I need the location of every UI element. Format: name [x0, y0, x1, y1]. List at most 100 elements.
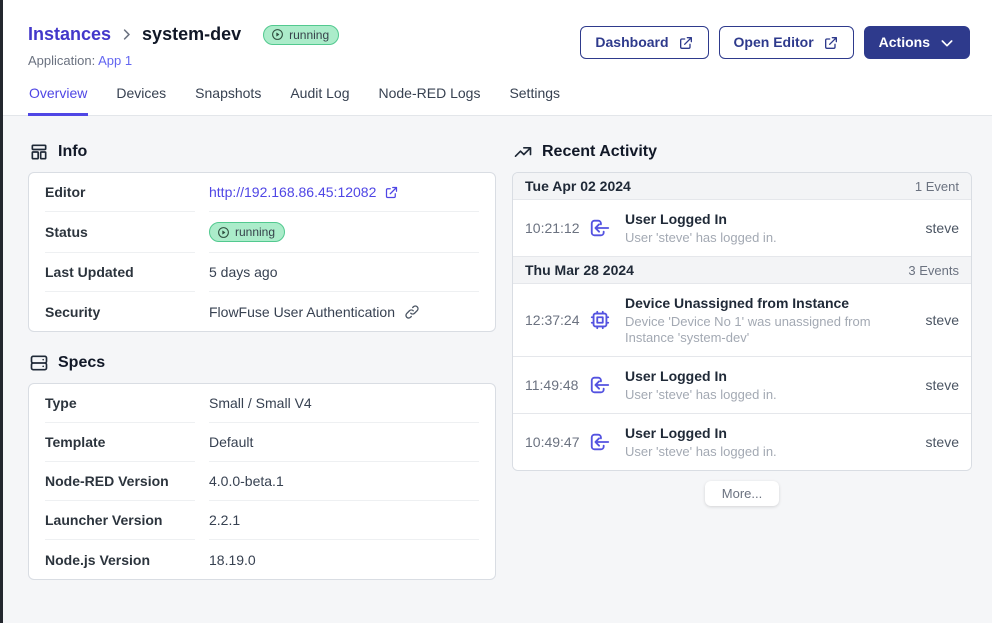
- event-time: 10:21:12: [525, 220, 582, 236]
- event-title: User Logged In: [625, 210, 914, 228]
- open-editor-button-label: Open Editor: [734, 34, 814, 51]
- actions-button-label: Actions: [879, 34, 930, 51]
- event-time: 10:49:47: [525, 434, 582, 450]
- link-icon[interactable]: [404, 304, 420, 320]
- activity-card: Tue Apr 02 2024 1 Event 10:21:12 User Lo…: [512, 172, 972, 471]
- tab-snapshots[interactable]: Snapshots: [194, 85, 262, 116]
- activity-group-header: Tue Apr 02 2024 1 Event: [513, 173, 971, 200]
- login-icon: [589, 431, 611, 453]
- external-link-icon: [384, 185, 399, 200]
- event-user: steve: [926, 377, 959, 393]
- info-row-value: http://192.168.86.45:12082: [209, 173, 479, 212]
- specs-row-type: Type Small / Small V4: [45, 384, 479, 423]
- app-root: Instances system-dev running Application…: [0, 0, 992, 623]
- status-badge-label: running: [289, 28, 329, 42]
- specs-row-label: Node.js Version: [45, 540, 195, 579]
- application-link[interactable]: App 1: [98, 53, 132, 68]
- play-circle-icon: [271, 28, 284, 41]
- info-row-value: 5 days ago: [209, 253, 479, 292]
- event-user: steve: [926, 220, 959, 236]
- activity-group-header: Thu Mar 28 2024 3 Events: [513, 257, 971, 284]
- event-description: User 'steve' has logged in.: [625, 444, 914, 460]
- specs-row-value: 4.0.0-beta.1: [209, 462, 479, 501]
- breadcrumb-instances-link[interactable]: Instances: [28, 24, 111, 45]
- specs-row-value: 2.2.1: [209, 501, 479, 540]
- tab-settings[interactable]: Settings: [508, 85, 561, 116]
- specs-row-template: Template Default: [45, 423, 479, 462]
- event-description: User 'steve' has logged in.: [625, 387, 914, 403]
- login-icon: [589, 217, 611, 239]
- event-title: User Logged In: [625, 367, 914, 385]
- info-row-value: FlowFuse User Authentication: [209, 292, 479, 331]
- tab-devices[interactable]: Devices: [115, 85, 167, 116]
- play-circle-icon: [217, 226, 230, 239]
- event-time: 12:37:24: [525, 312, 582, 328]
- open-editor-button[interactable]: Open Editor: [719, 26, 854, 59]
- activity-group-date: Thu Mar 28 2024: [525, 262, 634, 278]
- tab-node-red-logs[interactable]: Node-RED Logs: [378, 85, 482, 116]
- dashboard-button-label: Dashboard: [595, 34, 668, 51]
- event-user: steve: [926, 312, 959, 328]
- trending-up-icon: [513, 142, 533, 162]
- specs-section-header: Specs: [29, 353, 496, 373]
- chevron-right-icon: [119, 27, 134, 42]
- server-icon: [29, 353, 49, 373]
- tab-overview[interactable]: Overview: [28, 85, 88, 116]
- header-actions: Dashboard Open Editor Actions: [580, 26, 970, 59]
- external-link-icon: [678, 35, 694, 51]
- editor-url-link[interactable]: http://192.168.86.45:12082: [209, 184, 399, 200]
- event-time: 11:49:48: [525, 377, 582, 393]
- status-badge: running: [209, 222, 285, 242]
- info-row-label: Last Updated: [45, 253, 195, 292]
- page-title: system-dev: [142, 24, 241, 45]
- specs-row-node-red-version: Node-RED Version 4.0.0-beta.1: [45, 462, 479, 501]
- specs-row-label: Launcher Version: [45, 501, 195, 540]
- chip-icon: [589, 309, 611, 331]
- event-user: steve: [926, 434, 959, 450]
- activity-section-title: Recent Activity: [542, 143, 657, 161]
- activity-group-count: 1 Event: [915, 179, 959, 194]
- event-body: User Logged In User 'steve' has logged i…: [625, 210, 926, 246]
- specs-row-value: Default: [209, 423, 479, 462]
- specs-section-title: Specs: [58, 354, 105, 372]
- activity-group-count: 3 Events: [908, 263, 959, 278]
- info-card: Editor http://192.168.86.45:12082 Status: [28, 172, 496, 332]
- info-row-label: Editor: [45, 173, 195, 212]
- activity-section-header: Recent Activity: [513, 142, 972, 162]
- event-title: Device Unassigned from Instance: [625, 294, 914, 312]
- instance-page: Instances system-dev running Application…: [3, 0, 992, 623]
- page-header: Instances system-dev running Application…: [3, 0, 992, 116]
- specs-row-nodejs-version: Node.js Version 18.19.0: [45, 540, 479, 579]
- specs-row-label: Template: [45, 423, 195, 462]
- dashboard-button[interactable]: Dashboard: [580, 26, 708, 59]
- application-label: Application:: [28, 53, 95, 68]
- info-row-value: running: [209, 212, 479, 253]
- info-row-status: Status running: [45, 212, 479, 253]
- specs-row-value: 18.19.0: [209, 540, 479, 579]
- title-block: Instances system-dev running Application…: [28, 24, 339, 68]
- more-button[interactable]: More...: [705, 481, 779, 506]
- info-row-last-updated: Last Updated 5 days ago: [45, 253, 479, 292]
- breadcrumb: Instances system-dev running: [28, 24, 339, 45]
- info-section-header: Info: [29, 142, 496, 162]
- specs-row-value: Small / Small V4: [209, 384, 479, 423]
- actions-button[interactable]: Actions: [864, 26, 970, 59]
- specs-row-label: Node-RED Version: [45, 462, 195, 501]
- activity-event: 10:49:47 User Logged In User 'steve' has…: [513, 414, 971, 470]
- event-body: User Logged In User 'steve' has logged i…: [625, 367, 926, 403]
- tab-bar: Overview Devices Snapshots Audit Log Nod…: [28, 85, 970, 115]
- info-row-security: Security FlowFuse User Authentication: [45, 292, 479, 331]
- status-badge-label: running: [235, 225, 275, 239]
- event-description: Device 'Device No 1' was unassigned from…: [625, 314, 914, 346]
- tab-audit-log[interactable]: Audit Log: [289, 85, 350, 116]
- activity-event: 11:49:48 User Logged In User 'steve' has…: [513, 357, 971, 414]
- activity-group-date: Tue Apr 02 2024: [525, 178, 631, 194]
- info-section-title: Info: [58, 143, 87, 161]
- status-badge: running: [263, 25, 339, 45]
- external-link-icon: [823, 35, 839, 51]
- specs-card: Type Small / Small V4 Template Default N…: [28, 383, 496, 580]
- info-row-label: Security: [45, 292, 195, 331]
- event-body: Device Unassigned from Instance Device '…: [625, 294, 926, 346]
- chevron-down-icon: [939, 35, 955, 51]
- login-icon: [589, 374, 611, 396]
